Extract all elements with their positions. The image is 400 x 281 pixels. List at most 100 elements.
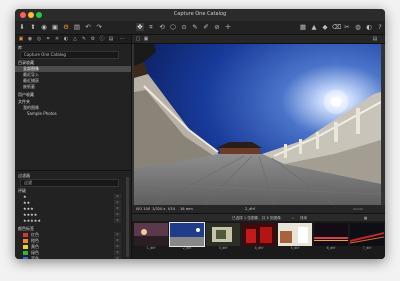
collection-item-trash[interactable]: 废纸篓: [15, 84, 131, 90]
grid-icon[interactable]: ▦: [299, 23, 307, 31]
image-info-bar: ISO 100 1/320 s f/10 16 mm 2_dhf ▭▭▭: [132, 205, 385, 213]
title-bar: Capture One Catalog: [15, 9, 385, 21]
panel-divider: [15, 170, 131, 171]
lens-tab-icon[interactable]: ◎: [36, 36, 42, 42]
viewer: ▢ ▣ ▤ ISO 100 1/320 s f/10 16 mm 2_dhf ▭…: [132, 35, 385, 259]
thumb-image: [170, 223, 204, 246]
keystone-icon[interactable]: ⬡: [169, 23, 177, 31]
process-icon[interactable]: ⚙: [62, 23, 70, 31]
thumbnail[interactable]: [134, 223, 168, 246]
left-panel: ▣ ◉ ◎ ⌗ ☀ ◐ △ ✎ ⚙ ⓘ ▤ ⋯ 库 Capture One Ca…: [15, 35, 132, 259]
rating-header[interactable]: 评级: [15, 187, 131, 194]
filename-label: 2_dhf: [245, 207, 255, 211]
color-tag-row[interactable]: 蓝色 0: [15, 256, 131, 259]
thumbnail-label: 1_dhf: [146, 246, 156, 250]
output-tab-icon[interactable]: ⚙: [90, 36, 96, 42]
straighten-icon[interactable]: ⟲: [158, 23, 166, 31]
thumbnail-second-row: [134, 252, 168, 259]
batch-tab-icon[interactable]: ▤: [108, 36, 114, 42]
details-tab-icon[interactable]: △: [72, 36, 78, 42]
undo-icon[interactable]: ↶: [84, 23, 92, 31]
app-window: Capture One Catalog ⬇ ⬆ ◉ ▣ ⚙ ▤ ↶ ↷ ✥ ⌗ …: [15, 9, 385, 259]
thumb-image: [242, 223, 276, 246]
adjust-icon[interactable]: ✛: [224, 23, 232, 31]
picker-icon[interactable]: ✐: [202, 23, 210, 31]
multi-view-icon[interactable]: ▣: [143, 36, 149, 42]
filmstrip: 1_dhf 2_dhf 3_dhf 4_dhf 5_dhf 6_dhf 7_dh…: [132, 221, 385, 259]
thumb-image: [314, 223, 348, 246]
thumbnail[interactable]: [242, 223, 276, 246]
copy-icon[interactable]: ⌫: [332, 23, 341, 31]
local-tab-icon[interactable]: ✎: [81, 36, 87, 42]
capture-tab-icon[interactable]: ◉: [27, 36, 33, 42]
export-icon[interactable]: ⬆: [29, 23, 37, 31]
capture-icon[interactable]: ◉: [40, 23, 48, 31]
aperture-value: f/10: [168, 207, 176, 211]
zoom-slider-icon[interactable]: ▭▭▭: [353, 205, 363, 213]
composition-tab-icon[interactable]: ⌗: [45, 36, 51, 42]
grid2-icon[interactable]: ◍: [354, 23, 362, 31]
thumbnail[interactable]: [314, 223, 348, 246]
orange-swatch: [23, 239, 28, 243]
thumbnail-label: 7_dhf: [362, 246, 372, 250]
filter-scrollbar[interactable]: [126, 177, 129, 257]
metadata-tab-icon[interactable]: ⓘ: [99, 36, 105, 42]
exposure-icon[interactable]: ◆: [321, 23, 329, 31]
catalog-collections-header[interactable]: 目录收藏: [15, 59, 131, 66]
view-icon[interactable]: ◐: [365, 23, 373, 31]
brush-icon[interactable]: ✎: [191, 23, 199, 31]
photo-svg: [134, 44, 381, 205]
thumbnail-selected[interactable]: [169, 222, 205, 247]
folder-item[interactable]: Sample Photos: [15, 111, 131, 117]
main-photo[interactable]: [134, 44, 381, 205]
thumbnail[interactable]: [206, 223, 240, 246]
user-collections-header[interactable]: 用户收藏: [15, 91, 131, 98]
import-icon[interactable]: ⬇: [18, 23, 26, 31]
paste-icon[interactable]: ✂: [343, 23, 351, 31]
warning-icon[interactable]: ▲: [310, 23, 318, 31]
window-title: Capture One Catalog: [173, 11, 227, 17]
rating-row[interactable]: ★★★★★ 0: [15, 218, 131, 224]
green-swatch: [23, 251, 28, 255]
help-icon[interactable]: ?: [376, 23, 384, 31]
thumbnail-label: 6_dhf: [326, 246, 336, 250]
thumb-image: [134, 223, 168, 246]
focal-value: 16 mm: [180, 207, 193, 211]
crop-icon[interactable]: ⌗: [147, 23, 155, 31]
tool-tabs: ▣ ◉ ◎ ⌗ ☀ ◐ △ ✎ ⚙ ⓘ ▤ ⋯: [15, 35, 131, 44]
viewer-toolbar: ▢ ▣ ▤: [132, 35, 385, 44]
toolbar: ⬇ ⬆ ◉ ▣ ⚙ ▤ ↶ ↷ ✥ ⌗ ⟲ ⬡ ⊙ ✎ ✐ ⊘ ✛ ▦ ▲ ◆ …: [15, 21, 385, 35]
filter-header[interactable]: 过滤器: [15, 172, 131, 179]
catalog-dropdown[interactable]: Capture One Catalog: [20, 51, 119, 59]
filter-dropdown[interactable]: 过滤: [20, 179, 119, 187]
thumbnail-label: 2_dhf: [182, 246, 192, 250]
thumbnail-label: 4_dhf: [254, 246, 264, 250]
more-tab-icon[interactable]: ⋯: [119, 36, 125, 42]
iso-value: ISO 100: [136, 207, 151, 211]
shutter-value: 1/320 s: [152, 207, 166, 211]
thumb-image: [206, 223, 240, 246]
share-icon[interactable]: ▤: [73, 23, 81, 31]
folders-header[interactable]: 文件夹: [15, 98, 131, 105]
thumb-image: [350, 223, 384, 246]
cursor-icon[interactable]: ✥: [136, 23, 144, 31]
exposure-tab-icon[interactable]: ☀: [54, 36, 60, 42]
browse-icon[interactable]: ▣: [51, 23, 59, 31]
blue-swatch: [23, 257, 28, 259]
thumbnail[interactable]: [350, 223, 384, 246]
spot-icon[interactable]: ⊙: [180, 23, 188, 31]
color-tab-icon[interactable]: ◐: [63, 36, 69, 42]
library-tab-icon[interactable]: ▣: [18, 36, 24, 42]
thumb-image: [278, 223, 312, 246]
color-tag-header[interactable]: 颜色标签: [15, 225, 131, 232]
wb-icon[interactable]: ⊘: [213, 23, 221, 31]
library-header[interactable]: 库: [15, 44, 131, 51]
thumbnail-second-row: [170, 252, 204, 259]
single-view-icon[interactable]: ▢: [135, 36, 141, 42]
thumbnail-label: 5_dhf: [290, 246, 300, 250]
library-title: 库: [18, 45, 22, 50]
viewer-close-icon[interactable]: ▤: [372, 36, 378, 42]
redo-icon[interactable]: ↷: [95, 23, 103, 31]
thumbnail[interactable]: [278, 223, 312, 246]
yellow-swatch: [23, 245, 28, 249]
